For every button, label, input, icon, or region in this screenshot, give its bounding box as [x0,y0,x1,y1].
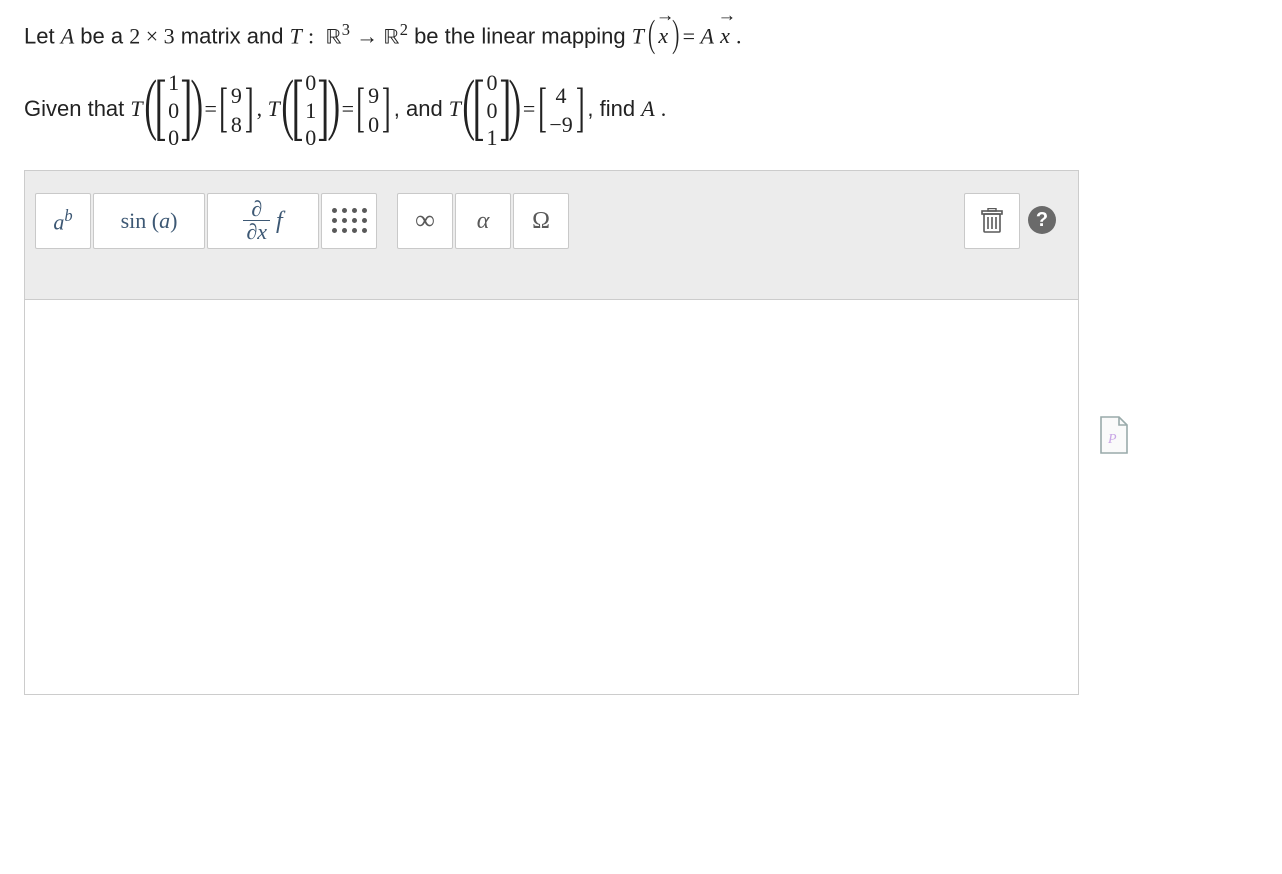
var-T: T [290,23,302,48]
text: Let [24,23,61,48]
var-T: T [268,96,280,121]
text: , find [587,96,641,121]
text: matrix and [181,23,290,48]
problem-line-1: Let A be a 2 × 3 matrix and T : ℝ3 → ℝ2 … [24,18,1270,55]
svg-text:P: P [1107,432,1117,447]
comma: , [257,96,268,121]
var-A: A [700,23,713,48]
text: Given that [24,96,130,121]
alpha-button[interactable]: α [455,193,511,249]
infinity-button[interactable]: ∞ [397,193,453,249]
var-A: A [61,23,74,48]
page-icon: P [1097,415,1131,455]
sup-3: 3 [342,20,350,39]
text: : [308,23,320,48]
equals: = [683,23,701,48]
trash-button[interactable] [964,193,1020,249]
help-button[interactable]: ? [1022,193,1062,247]
and: and [406,96,449,121]
sup-2: 2 [400,20,408,39]
matrix-grid-icon [332,208,367,233]
sin-button[interactable]: sin (a) [93,193,205,249]
var-T: T [449,96,461,121]
vec-x: x [720,19,730,52]
vec-x: x [658,19,668,52]
arrow: → [356,23,384,48]
equation-editor: ab sin (a) ∂ ∂x f [24,170,1079,695]
result-2: 90 [368,82,379,139]
var-T: T [632,23,644,48]
period: . [661,96,667,121]
page-notes-button[interactable]: P [1097,415,1131,455]
exponent-button[interactable]: ab [35,193,91,249]
vector-1: 100 [168,69,179,152]
comma: , [394,96,406,121]
result-3: 4−9 [549,82,572,139]
matrix-button[interactable] [321,193,377,249]
real-R: ℝ [326,27,342,49]
text: be the linear mapping [414,23,632,48]
help-icon: ? [1028,206,1056,234]
trash-icon [981,208,1003,234]
problem-line-2: Given that T ( [ 100 ] ) = [ 98 ] , T ( … [24,69,1270,152]
var-T: T [130,96,142,121]
omega-button[interactable]: Ω [513,193,569,249]
real-R: ℝ [384,27,400,49]
var-A: A [641,96,654,121]
answer-input-area[interactable] [24,300,1079,695]
period: . [736,23,742,48]
text: be a [80,23,129,48]
matrix-dim: 2 × 3 [129,23,174,48]
vector-2: 010 [305,69,316,152]
vector-3: 001 [486,69,497,152]
editor-toolbar: ab sin (a) ∂ ∂x f [24,170,1079,300]
derivative-button[interactable]: ∂ ∂x f [207,193,319,249]
result-1: 98 [231,82,242,139]
